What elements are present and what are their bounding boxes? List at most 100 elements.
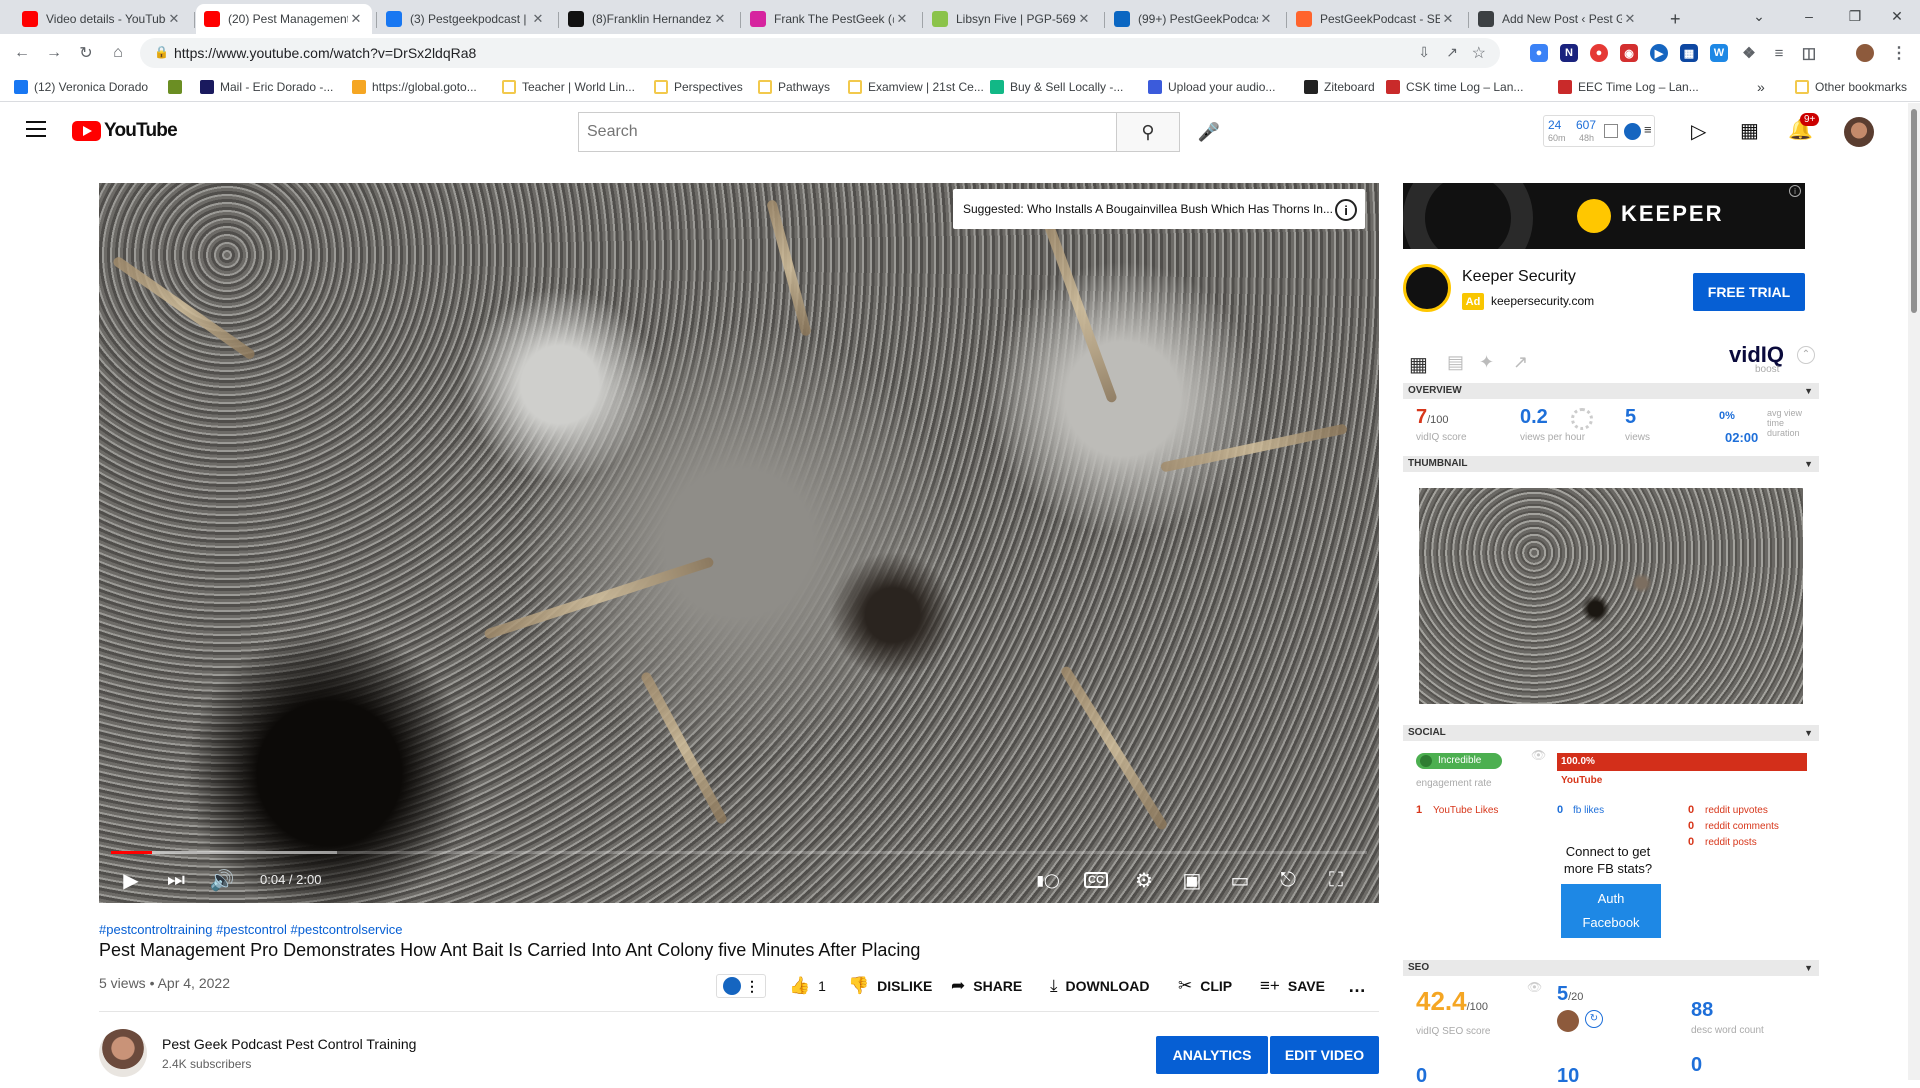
bookmark-item[interactable]: Teacher | World Lin...: [502, 78, 635, 96]
play-button[interactable]: ▶: [116, 865, 146, 895]
browser-tab[interactable]: (99+) PestGeekPodcast ✕: [1106, 4, 1282, 34]
bookmark-star-icon[interactable]: ☆: [1472, 43, 1486, 63]
overview-header[interactable]: OVERVIEW ▼: [1403, 383, 1819, 399]
ad-info-icon[interactable]: i: [1789, 185, 1801, 197]
twitter-icon[interactable]: ✦: [1479, 352, 1494, 373]
close-tab-icon[interactable]: ✕: [348, 11, 364, 27]
search-button[interactable]: ⚲: [1116, 112, 1180, 152]
bookmark-item[interactable]: Ziteboard: [1304, 78, 1375, 96]
bookmark-item[interactable]: Examview | 21st Ce...: [848, 78, 984, 96]
back-arrow-icon[interactable]: ←: [10, 41, 34, 65]
bookmark-item[interactable]: Pathways: [758, 78, 830, 96]
video-hashtags[interactable]: #pestcontroltraining #pestcontrol #pestc…: [99, 922, 403, 937]
more-actions-button[interactable]: …: [1348, 974, 1366, 998]
refresh-icon[interactable]: ↻: [1585, 1010, 1603, 1028]
free-trial-button[interactable]: FREE TRIAL: [1693, 273, 1805, 311]
hamburger-menu-icon[interactable]: [26, 121, 46, 137]
theater-mode-button[interactable]: ▭: [1225, 865, 1255, 895]
thumbnail-header[interactable]: THUMBNAIL ▼: [1403, 456, 1819, 472]
seo-header[interactable]: SEO ▼: [1403, 960, 1819, 976]
progress-bar[interactable]: [111, 851, 1367, 854]
trend-icon[interactable]: ↗: [1513, 352, 1528, 373]
video-thumbnail-image[interactable]: [1419, 488, 1803, 704]
browser-tab[interactable]: (3) Pestgeekpodcast | Facebook✕: [378, 4, 554, 34]
close-tab-icon[interactable]: ✕: [1440, 11, 1456, 27]
download-button[interactable]: ⤓ DOWNLOAD: [1050, 974, 1150, 998]
close-tab-icon[interactable]: ✕: [166, 11, 182, 27]
close-tab-icon[interactable]: ✕: [1622, 11, 1638, 27]
bookmark-item[interactable]: (12) Veronica Dorado: [14, 78, 148, 96]
tab-search-icon[interactable]: ⌄: [1736, 0, 1782, 32]
install-app-icon[interactable]: ⇩: [1418, 44, 1430, 61]
autoplay-toggle[interactable]: ▮◯: [1033, 865, 1063, 895]
collapse-icon[interactable]: ⌃: [1797, 346, 1815, 364]
create-video-icon[interactable]: ▷: [1691, 119, 1706, 144]
reload-icon[interactable]: ↻: [74, 41, 98, 65]
dislike-button[interactable]: 👎 DISLIKE: [848, 974, 932, 998]
bookmark-item[interactable]: https://global.goto...: [352, 78, 477, 96]
bookmark-item[interactable]: Perspectives: [654, 78, 743, 96]
reading-list-icon[interactable]: ≡: [1770, 44, 1788, 62]
bookmark-item[interactable]: Mail - Eric Dorado -...: [200, 78, 333, 96]
browser-tab[interactable]: PestGeekPodcast - SEO ✕: [1288, 4, 1464, 34]
info-icon[interactable]: i: [1335, 199, 1357, 221]
close-tab-icon[interactable]: ✕: [894, 11, 910, 27]
close-tab-icon[interactable]: ✕: [1076, 11, 1092, 27]
profile-avatar[interactable]: [1856, 44, 1874, 62]
channel-avatar[interactable]: [99, 1029, 147, 1077]
extension-n-icon[interactable]: N: [1560, 44, 1578, 62]
browser-tab[interactable]: Add New Post ‹ Pest Geek✕: [1470, 4, 1646, 34]
browser-tab[interactable]: Libsyn Five | PGP-569 ✕: [924, 4, 1100, 34]
advertiser-logo[interactable]: [1403, 264, 1451, 312]
save-button[interactable]: ≡+ SAVE: [1260, 974, 1325, 998]
apps-grid-icon[interactable]: ▦: [1740, 118, 1759, 143]
extension-word-icon[interactable]: W: [1710, 44, 1728, 62]
extension-vidiq-icon[interactable]: ▶: [1650, 44, 1668, 62]
vidiq-action-button[interactable]: ⋮: [716, 974, 766, 998]
browser-tab[interactable]: Frank The PestGeek (@pestgeek)✕: [742, 4, 918, 34]
eye-icon[interactable]: 👁: [1527, 980, 1542, 994]
eye-icon[interactable]: 👁: [1531, 748, 1546, 762]
cast-button[interactable]: ⎋: [1273, 865, 1303, 895]
vidiq-grid-icon[interactable]: ▦: [1409, 352, 1428, 377]
mute-button[interactable]: 🔊: [207, 865, 237, 895]
page-scrollbar[interactable]: [1908, 103, 1920, 1080]
edit-video-button[interactable]: EDIT VIDEO: [1270, 1036, 1379, 1074]
side-panel-icon[interactable]: ◫: [1800, 44, 1818, 62]
browser-menu-icon[interactable]: ⋮: [1890, 44, 1908, 62]
like-button[interactable]: 👍 1: [789, 974, 826, 998]
share-button[interactable]: ➦ SHARE: [951, 974, 1022, 998]
bookmark-item[interactable]: Upload your audio...: [1148, 78, 1275, 96]
video-player[interactable]: Suggested: Who Installs A Bougainvillea …: [99, 183, 1379, 903]
extension-meet-icon[interactable]: ●: [1530, 44, 1548, 62]
browser-tab[interactable]: (20) Pest Management ✕: [196, 4, 372, 34]
ad-banner[interactable]: KEEPER i: [1403, 183, 1805, 249]
account-avatar[interactable]: [1844, 117, 1874, 147]
close-tab-icon[interactable]: ✕: [712, 11, 728, 27]
bookmark-item[interactable]: CSK time Log – Lan...: [1386, 78, 1523, 96]
close-tab-icon[interactable]: ✕: [1258, 11, 1274, 27]
suggested-video-card[interactable]: Suggested: Who Installs A Bougainvillea …: [953, 189, 1365, 229]
social-header[interactable]: SOCIAL ▼: [1403, 725, 1819, 741]
clip-button[interactable]: ✂ CLIP: [1178, 974, 1232, 998]
bookmark-item[interactable]: [168, 78, 188, 96]
new-tab-button[interactable]: +: [1662, 4, 1692, 34]
analytics-button[interactable]: ANALYTICS: [1156, 1036, 1268, 1074]
scrollbar-thumb[interactable]: [1911, 109, 1917, 313]
close-tab-icon[interactable]: ✕: [530, 11, 546, 27]
bookmarks-overflow[interactable]: »: [1757, 78, 1765, 96]
bookmark-item[interactable]: EEC Time Log – Lan...: [1558, 78, 1699, 96]
fullscreen-button[interactable]: ⛶: [1321, 865, 1351, 895]
browser-tab[interactable]: (8)Franklin Hernandez ✕: [560, 4, 736, 34]
vidiq-bars-icon[interactable]: ▤: [1447, 352, 1464, 373]
extension-doc-icon[interactable]: ▦: [1680, 44, 1698, 62]
extensions-puzzle-icon[interactable]: ❖: [1740, 44, 1758, 62]
extension-record-icon[interactable]: ●: [1590, 44, 1608, 62]
youtube-logo[interactable]: YouTube: [72, 120, 178, 142]
window-minimize-button[interactable]: –: [1786, 0, 1832, 32]
extension-new-icon[interactable]: ◉: [1620, 44, 1638, 62]
voice-search-button[interactable]: 🎤: [1190, 113, 1228, 151]
auth-facebook-button[interactable]: Auth Facebook: [1561, 884, 1661, 938]
bookmark-item[interactable]: Buy & Sell Locally -...: [990, 78, 1123, 96]
home-icon[interactable]: ⌂: [106, 41, 130, 65]
